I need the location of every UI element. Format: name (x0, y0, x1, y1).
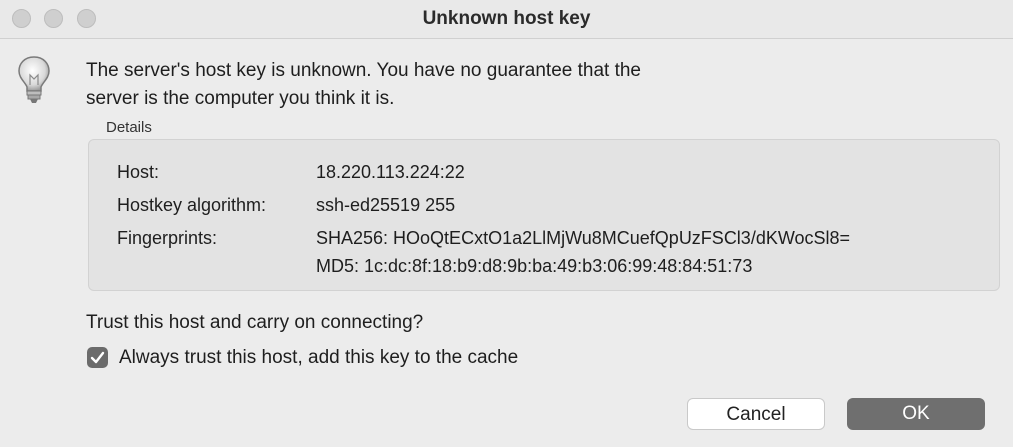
fingerprints-label: Fingerprints: (117, 228, 218, 248)
fingerprint-md5: MD5: 1c:dc:8f:18:b9:d8:9b:ba:49:b3:06:99… (316, 256, 753, 276)
algorithm-value: ssh-ed25519 255 (316, 195, 456, 215)
host-label: Host: (117, 162, 160, 182)
fingerprint-sha256: SHA256: HOoQtECxtO1a2LlMjWu8MCuefQpUzFSC… (316, 228, 851, 248)
ok-button[interactable]: OK (847, 398, 985, 430)
always-trust-checkbox[interactable] (87, 347, 108, 368)
cancel-button[interactable]: Cancel (687, 398, 825, 430)
message-line-2: server is the computer you think it is. (86, 88, 395, 109)
checkmark-icon (90, 351, 105, 364)
algorithm-label: Hostkey algorithm: (117, 195, 267, 215)
window-title: Unknown host key (422, 8, 591, 29)
host-value: 18.220.113.224:22 (316, 162, 465, 182)
warning-message: The server's host key is unknown. You ha… (86, 57, 786, 113)
always-trust-label[interactable]: Always trust this host, add this key to … (119, 347, 518, 369)
message-line-1: The server's host key is unknown. You ha… (86, 60, 641, 81)
lightbulb-icon (17, 55, 51, 105)
title-bar: Unknown host key (0, 0, 1013, 39)
dialog-window: Unknown host key The server's host key i… (0, 0, 1013, 447)
details-label: Details (106, 119, 152, 136)
trust-question: Trust this host and carry on connecting? (86, 312, 424, 333)
